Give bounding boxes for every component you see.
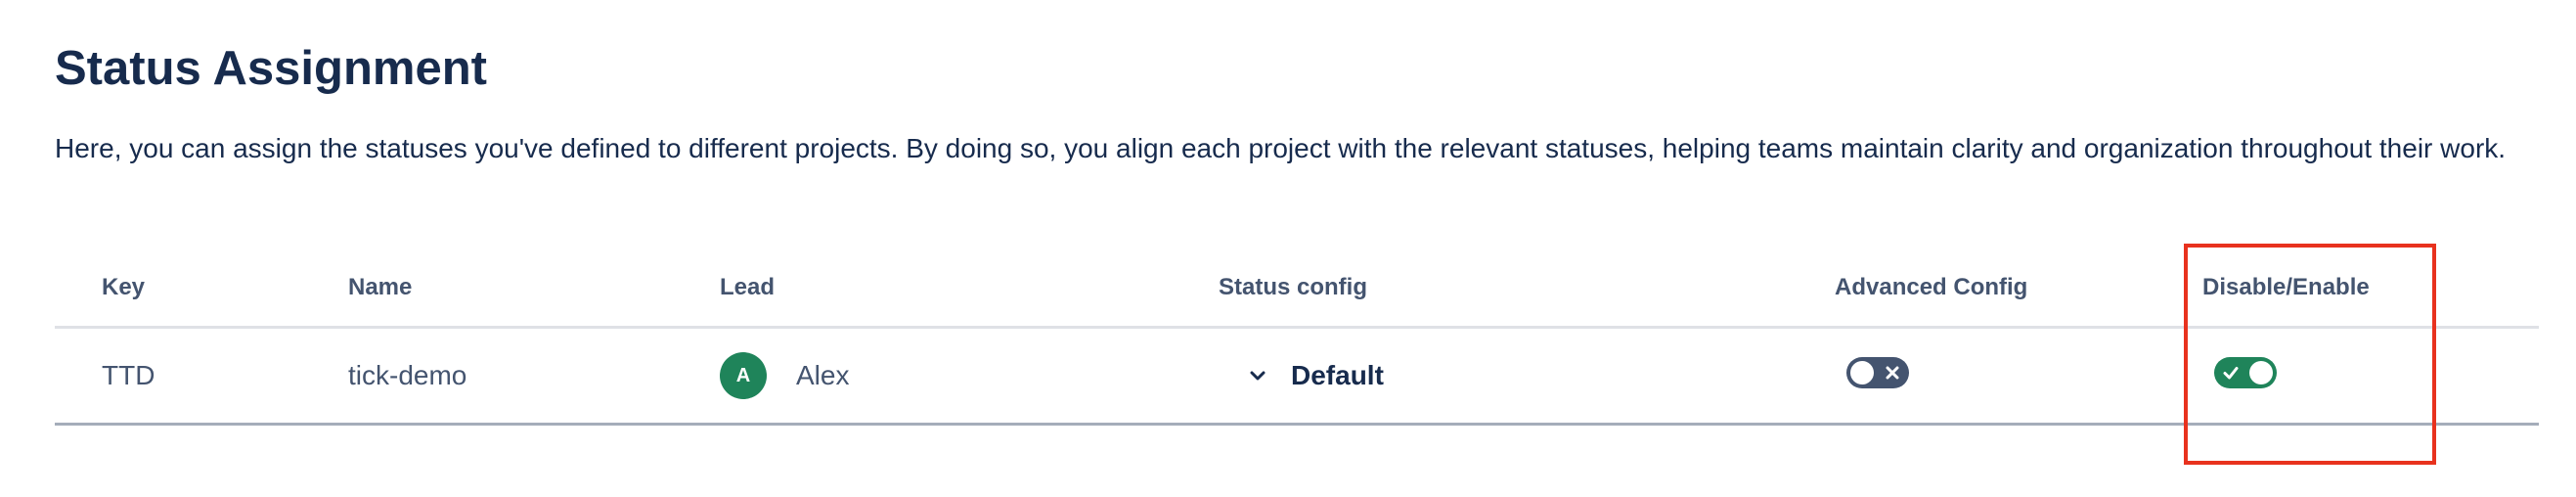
chevron-down-icon[interactable]: [1246, 364, 1269, 387]
table-header-row: Key Name Lead Status config Advanced Con…: [55, 249, 2539, 329]
toggle-knob: [1850, 360, 1874, 384]
disable-enable-toggle[interactable]: [2214, 356, 2277, 388]
project-name: tick-demo: [348, 327, 720, 426]
lead-name: Alex: [796, 360, 850, 390]
toggle-knob: [2249, 360, 2273, 384]
table-row: TTD tick-demo A Alex Default: [55, 327, 2539, 426]
column-header-disable-enable: Disable/Enable: [2202, 249, 2539, 329]
page-description: Here, you can assign the statuses you've…: [55, 133, 2507, 163]
column-header-lead[interactable]: Lead: [720, 249, 1219, 329]
status-config-dropdown[interactable]: Default: [1219, 360, 1835, 391]
page-title: Status Assignment: [55, 42, 487, 95]
project-lead-cell: A Alex: [720, 327, 1219, 426]
cross-icon: [1886, 366, 1899, 379]
check-icon: [2223, 366, 2239, 379]
status-assignment-table: Key Name Lead Status config Advanced Con…: [55, 249, 2539, 426]
advanced-config-toggle[interactable]: [1846, 356, 1909, 388]
column-header-status-config: Status config: [1219, 249, 1835, 329]
project-lead: A Alex: [720, 352, 1219, 399]
project-key: TTD: [55, 327, 348, 426]
disable-enable-cell: [2202, 327, 2539, 426]
column-header-key[interactable]: Key: [55, 249, 348, 329]
advanced-config-cell: [1835, 327, 2202, 426]
status-config-cell: Default: [1219, 327, 1835, 426]
column-header-name[interactable]: Name: [348, 249, 720, 329]
column-header-advanced-config: Advanced Config: [1835, 249, 2202, 329]
avatar: A: [720, 352, 767, 399]
status-config-value[interactable]: Default: [1291, 360, 1384, 391]
